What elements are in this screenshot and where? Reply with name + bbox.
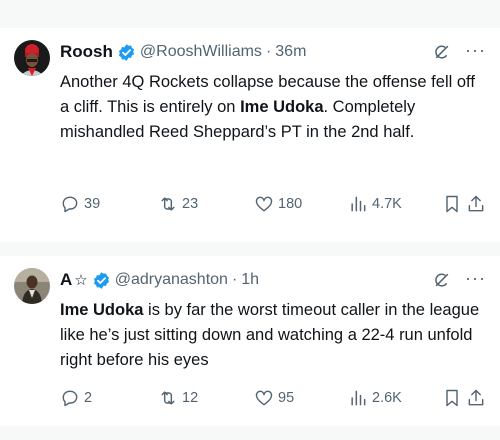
share-icon bbox=[468, 195, 484, 212]
like-count: 180 bbox=[278, 196, 303, 212]
avatar[interactable] bbox=[14, 268, 50, 304]
bookmark-icon bbox=[446, 389, 458, 407]
action-bar: 2 12 95 2.6K bbox=[60, 386, 486, 410]
tweet-text: Another 4Q Rockets collapse because the … bbox=[60, 70, 488, 145]
share-button[interactable] bbox=[466, 388, 490, 408]
like-icon bbox=[255, 390, 273, 406]
like-button[interactable]: 180 bbox=[254, 194, 302, 214]
reply-button[interactable]: 39 bbox=[60, 194, 100, 214]
separator: · bbox=[231, 271, 238, 288]
like-button[interactable]: 95 bbox=[254, 388, 294, 408]
reply-icon bbox=[62, 390, 78, 407]
author-name[interactable]: A bbox=[60, 270, 72, 290]
repost-icon bbox=[161, 391, 175, 405]
star-icon: ☆ bbox=[74, 272, 88, 289]
timestamp[interactable]: 1h bbox=[241, 271, 259, 289]
share-button[interactable] bbox=[466, 194, 490, 214]
next-tweet-edge bbox=[0, 426, 500, 440]
verified-badge-icon bbox=[92, 271, 111, 290]
timestamp[interactable]: 36m bbox=[275, 43, 306, 61]
like-icon bbox=[255, 196, 273, 212]
repost-count: 23 bbox=[182, 196, 199, 212]
separator: · bbox=[265, 43, 272, 60]
author-name[interactable]: Roosh bbox=[60, 42, 113, 62]
action-bar: 39 23 180 4.7K bbox=[60, 192, 486, 216]
reply-count: 2 bbox=[84, 390, 93, 406]
previous-tweet-edge bbox=[0, 0, 500, 29]
tweet-text-bold: Ime Udoka bbox=[240, 98, 324, 116]
bookmark-icon bbox=[446, 195, 458, 213]
views-button[interactable]: 2.6K bbox=[348, 388, 402, 408]
repost-button[interactable]: 23 bbox=[158, 194, 198, 214]
verified-badge-icon bbox=[117, 43, 136, 62]
bookmark-button[interactable] bbox=[442, 194, 466, 214]
feed-divider bbox=[0, 242, 500, 257]
timeline: Roosh @RooshWilliams · 36m ··· Another 4… bbox=[0, 0, 500, 440]
views-count: 4.7K bbox=[372, 196, 402, 212]
reply-button[interactable]: 2 bbox=[60, 388, 92, 408]
more-icon[interactable]: ··· bbox=[465, 40, 486, 61]
tweet-text-bold: Ime Udoka bbox=[60, 301, 144, 319]
tweet-card[interactable]: Roosh @RooshWilliams · 36m ··· Another 4… bbox=[0, 28, 500, 243]
views-button[interactable]: 4.7K bbox=[348, 194, 402, 214]
author-handle[interactable]: @RooshWilliams bbox=[140, 43, 262, 61]
repost-icon bbox=[161, 197, 175, 211]
tweet-header: A ☆ @adryanashton · 1h ··· bbox=[60, 266, 486, 294]
views-count: 2.6K bbox=[372, 390, 402, 406]
like-count: 95 bbox=[278, 390, 295, 406]
author-handle[interactable]: @adryanashton bbox=[115, 271, 228, 289]
repost-button[interactable]: 12 bbox=[158, 388, 198, 408]
reply-count: 39 bbox=[84, 196, 101, 212]
views-icon bbox=[351, 390, 366, 406]
tweet-text: Ime Udoka is by far the worst timeout ca… bbox=[60, 298, 488, 373]
views-icon bbox=[351, 196, 366, 212]
repost-count: 12 bbox=[182, 390, 199, 406]
grok-icon[interactable] bbox=[432, 270, 452, 295]
more-icon[interactable]: ··· bbox=[465, 268, 486, 289]
share-icon bbox=[468, 389, 484, 406]
avatar[interactable] bbox=[14, 40, 50, 76]
bookmark-button[interactable] bbox=[442, 388, 466, 408]
tweet-card[interactable]: A ☆ @adryanashton · 1h ··· Ime Udoka is … bbox=[0, 256, 500, 427]
grok-icon[interactable] bbox=[432, 42, 452, 67]
tweet-header: Roosh @RooshWilliams · 36m ··· bbox=[60, 38, 486, 66]
reply-icon bbox=[62, 196, 78, 213]
